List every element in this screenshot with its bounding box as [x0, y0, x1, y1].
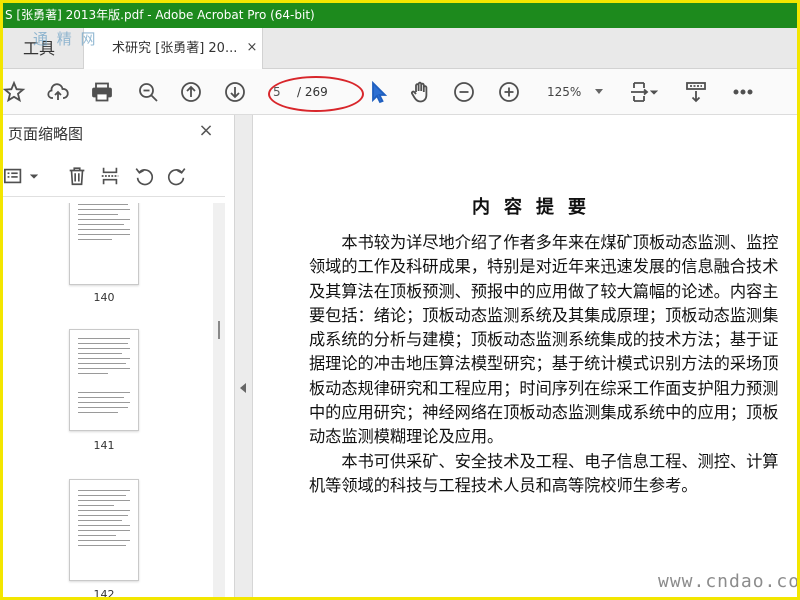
page-down-icon[interactable]: [220, 77, 250, 107]
collapse-panel-icon[interactable]: [240, 383, 246, 393]
thumbnail-page-140[interactable]: [69, 203, 139, 285]
trash-icon[interactable]: [64, 163, 90, 189]
page-up-icon[interactable]: [176, 77, 206, 107]
scrollbar-thumb[interactable]: [218, 321, 220, 339]
star-icon[interactable]: [3, 77, 29, 107]
panel-collapse-strip[interactable]: [235, 115, 253, 597]
print-icon[interactable]: [87, 77, 117, 107]
hand-icon[interactable]: [405, 77, 435, 107]
insert-page-icon[interactable]: [97, 163, 123, 189]
tab-document[interactable]: 术研究 [张勇著] 20...: [83, 28, 263, 69]
thumbnail-label: 142: [93, 588, 115, 600]
tab-document-label: 术研究 [张勇著] 20...: [112, 41, 238, 56]
tab-bar: 工具 术研究 [张勇著] 20... × 通 精 网: [3, 28, 797, 69]
select-cursor-icon[interactable]: [363, 77, 393, 107]
document-heading: 内容提要: [472, 197, 600, 218]
zoom-in-icon[interactable]: [494, 77, 524, 107]
thumbnail-options-icon[interactable]: [3, 163, 27, 189]
thumbnail-page-142[interactable]: [69, 479, 139, 581]
panel-title: 页面缩略图: [8, 125, 84, 143]
rotate-left-icon[interactable]: [131, 163, 157, 189]
chevron-down-icon[interactable]: [27, 163, 41, 189]
document-paragraph: 本书较为详尽地介绍了作者多年来在煤矿顶板动态监测、监控领域的工作及科研成果，特别…: [309, 233, 779, 447]
chevron-down-icon: [595, 89, 603, 94]
thumbnail-panel: 页面缩略图 × 140 141 142: [3, 115, 235, 600]
zoom-out-icon[interactable]: [449, 77, 479, 107]
close-panel-icon[interactable]: ×: [196, 121, 216, 141]
thumbnail-scrollbar[interactable]: [213, 203, 225, 597]
red-annotation-oval: [268, 76, 364, 112]
watermark-bottom: www.cndao.com: [658, 571, 800, 592]
zoom-dropdown[interactable]: 125%: [533, 81, 607, 103]
thumbnail-label: 140: [93, 291, 115, 304]
thumbnail-label: 141: [93, 439, 115, 452]
thumbnail-toolbar: [3, 155, 225, 197]
scroll-mode-icon[interactable]: [681, 77, 711, 107]
close-tab-icon[interactable]: ×: [245, 41, 259, 55]
app-window: S [张勇著] 2013年版.pdf - Adobe Acrobat Pro (…: [0, 0, 800, 600]
zoom-value: 125%: [547, 85, 582, 99]
toolbar: 5 / 269 125%: [3, 69, 797, 115]
window-title: S [张勇著] 2013年版.pdf - Adobe Acrobat Pro (…: [3, 3, 797, 28]
rotate-right-icon[interactable]: [164, 163, 190, 189]
document-body: 本书较为详尽地介绍了作者多年来在煤矿顶板动态监测、监控领域的工作及科研成果，特别…: [309, 231, 794, 498]
thumbnail-list: 140 141 142: [3, 203, 213, 600]
zoom-search-icon[interactable]: [133, 77, 163, 107]
document-view: 内容提要 本书较为详尽地介绍了作者多年来在煤矿顶板动态监测、监控领域的工作及科研…: [253, 115, 797, 597]
fit-page-chevron-icon[interactable]: [644, 77, 664, 107]
watermark-top: 通 精 网: [33, 30, 98, 48]
document-paragraph: 本书可供采矿、安全技术及工程、电子信息工程、测控、计算机等领域的科技与工程技术人…: [309, 451, 779, 495]
more-icon[interactable]: [728, 77, 758, 107]
cloud-upload-icon[interactable]: [43, 77, 73, 107]
thumbnail-page-141[interactable]: [69, 329, 139, 431]
